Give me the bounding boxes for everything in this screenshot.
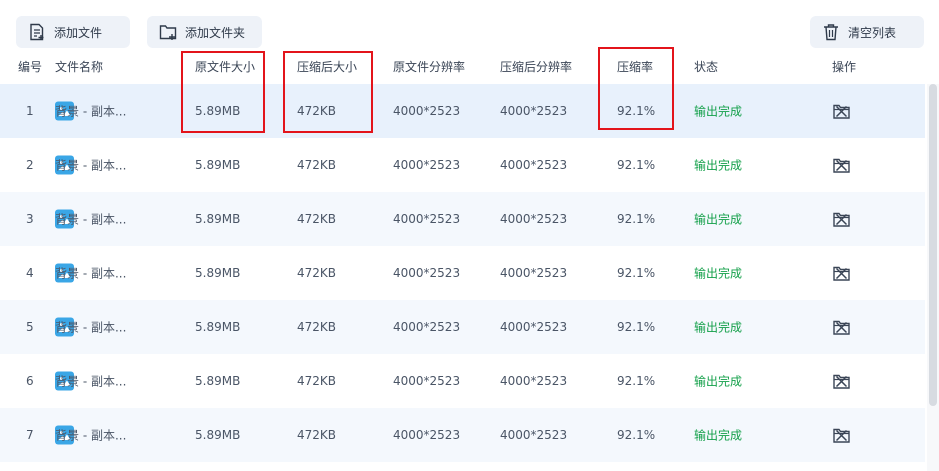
- header-status: 状态: [694, 60, 719, 74]
- compressed-size: 472KB: [297, 104, 337, 118]
- original-size: 5.89MB: [195, 266, 241, 280]
- file-name: 背景 - 副本...: [55, 266, 127, 281]
- original-size: 5.89MB: [195, 212, 241, 226]
- compressed-size: 472KB: [297, 158, 337, 172]
- compressed-size: 472KB: [297, 212, 337, 226]
- compressed-resolution: 4000*2523: [500, 428, 568, 442]
- header-actions: 操作: [832, 60, 857, 74]
- original-resolution: 4000*2523: [393, 212, 461, 226]
- table-row[interactable]: 2 背景 - 副本... 5.89MB 472KB 4000*2523 4000*2523…: [0, 138, 925, 192]
- table-row[interactable]: 4 背景 - 副本... 5.89MB 472KB 4000*2523 4000*2523…: [0, 246, 925, 300]
- compressed-resolution: 4000*2523: [500, 104, 568, 118]
- header-original-size: 原文件大小: [195, 60, 256, 74]
- compressed-resolution: 4000*2523: [500, 374, 568, 388]
- table-row[interactable]: 1 背景 - 副本... 5.89MB 472KB 4000*2523 4000*2523…: [0, 84, 925, 138]
- original-size: 5.89MB: [195, 104, 241, 118]
- compression-ratio: 92.1%: [617, 374, 656, 388]
- row-index: 6: [26, 374, 34, 388]
- row-index: 3: [26, 212, 34, 226]
- header-original-resolution: 原文件分辨率: [393, 60, 466, 74]
- compression-ratio: 92.1%: [617, 266, 656, 280]
- status-text: 输出完成: [694, 374, 743, 389]
- close-icon[interactable]: [832, 264, 850, 282]
- original-resolution: 4000*2523: [393, 266, 461, 280]
- close-icon[interactable]: [832, 318, 850, 336]
- compression-ratio: 92.1%: [617, 428, 656, 442]
- add-folder-button[interactable]: 添加文件夹: [147, 16, 262, 48]
- row-index: 7: [26, 428, 34, 442]
- compressed-resolution: 4000*2523: [500, 212, 568, 226]
- table-row[interactable]: 5 背景 - 副本... 5.89MB 472KB 4000*2523 4000*2523…: [0, 300, 925, 354]
- status-text: 输出完成: [694, 158, 743, 173]
- compression-ratio: 92.1%: [617, 104, 656, 118]
- compressed-size: 472KB: [297, 320, 337, 334]
- add-folder-label: 添加文件夹: [185, 25, 246, 40]
- clear-list-button[interactable]: 清空列表: [810, 16, 924, 48]
- scrollbar-thumb[interactable]: [929, 84, 937, 406]
- folder-plus-icon: [157, 21, 179, 43]
- row-index: 1: [26, 104, 34, 118]
- close-icon[interactable]: [832, 372, 850, 390]
- file-table: 1 背景 - 副本... 5.89MB 472KB 4000*2523 4000*2523…: [0, 84, 925, 462]
- original-resolution: 4000*2523: [393, 428, 461, 442]
- table-row[interactable]: 6 背景 - 副本... 5.89MB 472KB 4000*2523 4000*2523…: [0, 354, 925, 408]
- original-size: 5.89MB: [195, 374, 241, 388]
- header-compressed-resolution: 压缩后分辨率: [500, 60, 573, 74]
- original-resolution: 4000*2523: [393, 320, 461, 334]
- clear-list-label: 清空列表: [848, 25, 897, 40]
- compressed-resolution: 4000*2523: [500, 158, 568, 172]
- compressed-size: 472KB: [297, 428, 337, 442]
- original-size: 5.89MB: [195, 428, 241, 442]
- row-index: 5: [26, 320, 34, 334]
- file-name: 背景 - 副本...: [55, 104, 127, 119]
- row-index: 4: [26, 266, 34, 280]
- status-text: 输出完成: [694, 104, 743, 119]
- compression-ratio: 92.1%: [617, 158, 656, 172]
- header-compressed-size: 压缩后大小: [297, 60, 358, 74]
- original-size: 5.89MB: [195, 320, 241, 334]
- compressed-resolution: 4000*2523: [500, 320, 568, 334]
- add-file-label: 添加文件: [54, 25, 103, 40]
- compressed-resolution: 4000*2523: [500, 266, 568, 280]
- original-resolution: 4000*2523: [393, 158, 461, 172]
- compressed-size: 472KB: [297, 266, 337, 280]
- header-compression-ratio: 压缩率: [617, 60, 654, 74]
- header-index: 编号: [18, 60, 43, 74]
- table-row[interactable]: 7 背景 - 副本... 5.89MB 472KB 4000*2523 4000*2523…: [0, 408, 925, 462]
- compression-ratio: 92.1%: [617, 212, 656, 226]
- original-size: 5.89MB: [195, 158, 241, 172]
- table-row[interactable]: 3 背景 - 副本... 5.89MB 472KB 4000*2523 4000*2523…: [0, 192, 925, 246]
- status-text: 输出完成: [694, 320, 743, 335]
- add-file-button[interactable]: 添加文件: [16, 16, 130, 48]
- file-name: 背景 - 副本...: [55, 212, 127, 227]
- toolbar: 添加文件 添加文件夹 清空列表: [0, 0, 939, 58]
- compressed-size: 472KB: [297, 374, 337, 388]
- close-icon[interactable]: [832, 102, 850, 120]
- trash-icon: [820, 21, 842, 43]
- file-name: 背景 - 副本...: [55, 320, 127, 335]
- table-header: 编号 文件名称 原文件大小 压缩后大小 原文件分辨率 压缩后分辨率 压缩率 状态…: [0, 58, 925, 84]
- status-text: 输出完成: [694, 212, 743, 227]
- file-name: 背景 - 副本...: [55, 374, 127, 389]
- row-index: 2: [26, 158, 34, 172]
- status-text: 输出完成: [694, 266, 743, 281]
- file-name: 背景 - 副本...: [55, 158, 127, 173]
- file-name: 背景 - 副本...: [55, 428, 127, 443]
- header-name: 文件名称: [55, 60, 104, 74]
- close-icon[interactable]: [832, 156, 850, 174]
- close-icon[interactable]: [832, 210, 850, 228]
- original-resolution: 4000*2523: [393, 374, 461, 388]
- compression-ratio: 92.1%: [617, 320, 656, 334]
- file-plus-icon: [26, 21, 48, 43]
- original-resolution: 4000*2523: [393, 104, 461, 118]
- status-text: 输出完成: [694, 428, 743, 443]
- close-icon[interactable]: [832, 426, 850, 444]
